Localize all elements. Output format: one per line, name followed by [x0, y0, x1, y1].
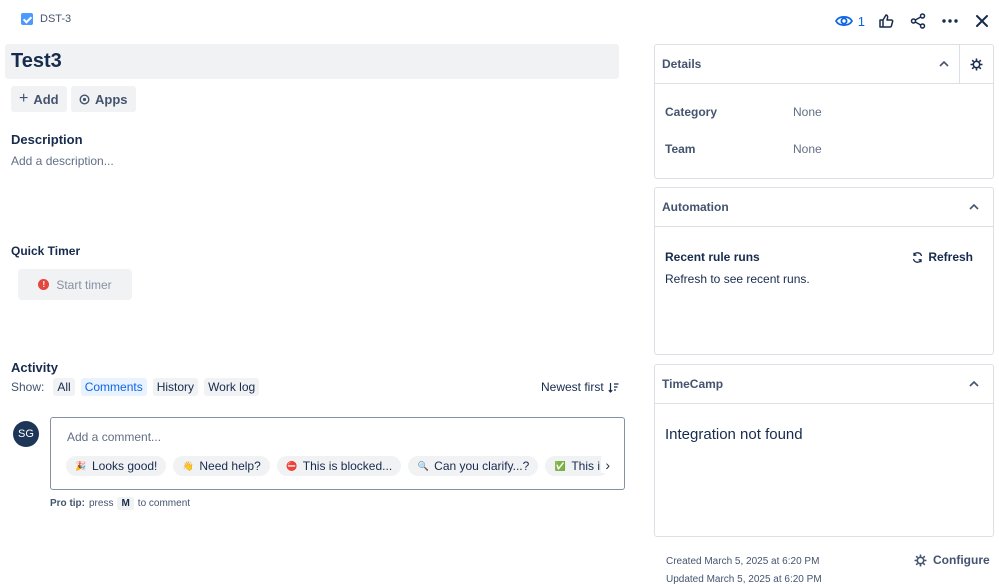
pro-tip-label: Pro tip: [50, 498, 85, 509]
refresh-hint: Refresh to see recent runs. [665, 272, 810, 286]
refresh-label: Refresh [928, 250, 973, 264]
chip-label: Looks good! [92, 459, 158, 473]
sort-label: Newest first [541, 380, 604, 394]
category-label: Category [665, 105, 718, 119]
chevron-up-icon[interactable] [969, 379, 979, 390]
details-header[interactable]: Details [655, 45, 993, 84]
gear-icon [914, 554, 927, 566]
warning-icon: ! [38, 279, 50, 290]
pro-tip-suffix: to comment [137, 498, 191, 509]
close-button[interactable] [971, 10, 993, 32]
description-input[interactable]: Add a description... [11, 154, 114, 168]
show-label: Show: [11, 380, 45, 394]
details-settings-button[interactable] [959, 45, 993, 84]
chip-label: This is blocked... [302, 459, 393, 473]
filter-comments[interactable]: Comments [80, 378, 147, 396]
start-timer-label: Start timer [56, 277, 112, 292]
magnifier-icon: 🔍 [417, 460, 429, 471]
filter-all[interactable]: All [53, 378, 75, 396]
description-heading: Description [11, 132, 83, 147]
pro-tip: Pro tip: press M to comment [50, 497, 190, 510]
like-button[interactable] [875, 10, 897, 32]
watch-count: 1 [857, 13, 865, 29]
share-icon [910, 13, 926, 29]
filter-work-log[interactable]: Work log [204, 378, 260, 396]
issue-title: Test3 [11, 50, 62, 72]
created-date: Created March 5, 2025 at 6:20 PM [666, 556, 820, 567]
more-actions-button[interactable] [939, 10, 961, 32]
start-timer-button[interactable]: ! Start timer [18, 269, 132, 300]
automation-heading: Automation [662, 200, 729, 214]
task-type-icon [21, 13, 33, 25]
issue-breadcrumb[interactable]: DST-3 [21, 13, 71, 25]
party-icon: 🎉 [75, 460, 87, 471]
integration-message: Integration not found [665, 426, 803, 443]
refresh-button[interactable]: Refresh [912, 250, 973, 264]
check-mark-icon: ✅ [554, 460, 566, 471]
pro-tip-press: press [89, 498, 114, 509]
issue-dates: Created March 5, 2025 at 6:20 PM Updated… [666, 553, 822, 584]
avatar: SG [13, 421, 39, 447]
watch-button[interactable]: 1 [834, 13, 865, 29]
sort-icon [608, 382, 619, 393]
issue-title-field[interactable]: Test3 [5, 44, 619, 79]
close-icon [976, 15, 988, 27]
details-panel: Details Category None Team None [654, 44, 994, 179]
shortcut-key: M [117, 497, 134, 510]
timecamp-header[interactable]: TimeCamp [655, 365, 993, 404]
gear-icon [970, 58, 983, 71]
more-icon [942, 19, 958, 23]
apps-label: Apps [95, 91, 128, 107]
comment-editor[interactable]: Add a comment... 🎉 Looks good! 👋 Need he… [50, 417, 625, 490]
chevron-right-icon[interactable]: › [601, 457, 610, 473]
thumbs-up-icon [879, 14, 894, 28]
category-value[interactable]: None [793, 105, 822, 119]
configure-label: Configure [933, 553, 990, 567]
automation-panel: Automation Recent rule runs Refresh Refr… [654, 187, 994, 355]
no-entry-icon: ⛔ [286, 460, 298, 471]
timecamp-heading: TimeCamp [662, 377, 724, 391]
timecamp-panel: TimeCamp Integration not found [654, 364, 994, 537]
chevron-up-icon[interactable] [969, 202, 979, 213]
wave-icon: 👋 [182, 460, 194, 471]
chip-label: Need help? [199, 459, 261, 473]
chip-looks-good[interactable]: 🎉 Looks good! [66, 456, 167, 476]
sort-button[interactable]: Newest first [541, 380, 619, 394]
add-label: Add [33, 91, 59, 107]
apps-button[interactable]: Apps [71, 86, 136, 112]
automation-header[interactable]: Automation [655, 188, 993, 227]
top-actions: 1 [834, 10, 993, 32]
chevron-up-icon[interactable] [939, 59, 949, 70]
refresh-icon [913, 251, 923, 263]
apps-icon [79, 93, 90, 105]
comment-input[interactable]: Add a comment... [67, 430, 161, 444]
add-button[interactable]: + Add [11, 86, 67, 112]
quick-reply-chips: 🎉 Looks good! 👋 Need help? ⛔ This is blo… [66, 456, 606, 478]
chip-need-help[interactable]: 👋 Need help? [173, 456, 270, 476]
activity-heading: Activity [11, 360, 58, 375]
plus-icon: + [19, 90, 29, 107]
configure-button[interactable]: Configure [914, 553, 990, 567]
team-label: Team [665, 142, 696, 156]
chip-blocked[interactable]: ⛔ This is blocked... [276, 456, 402, 476]
filter-history[interactable]: History [152, 378, 199, 396]
team-value[interactable]: None [793, 142, 822, 156]
updated-date: Updated March 5, 2025 at 6:20 PM [666, 574, 822, 584]
chip-clarify[interactable]: 🔍 Can you clarify...? [408, 456, 539, 476]
top-bar: DST-3 1 [0, 0, 999, 42]
chip-label: This i [571, 459, 600, 473]
details-heading: Details [662, 57, 702, 71]
share-button[interactable] [907, 10, 929, 32]
chip-label: Can you clarify...? [434, 459, 530, 473]
activity-filter-bar: Show: All Comments History Work log [11, 378, 260, 396]
eye-icon [834, 15, 853, 27]
recent-rule-runs-label: Recent rule runs [665, 250, 760, 264]
quick-timer-heading: Quick Timer [11, 244, 81, 258]
chip-this-is[interactable]: ✅ This i [545, 456, 606, 476]
issue-key[interactable]: DST-3 [40, 13, 71, 25]
